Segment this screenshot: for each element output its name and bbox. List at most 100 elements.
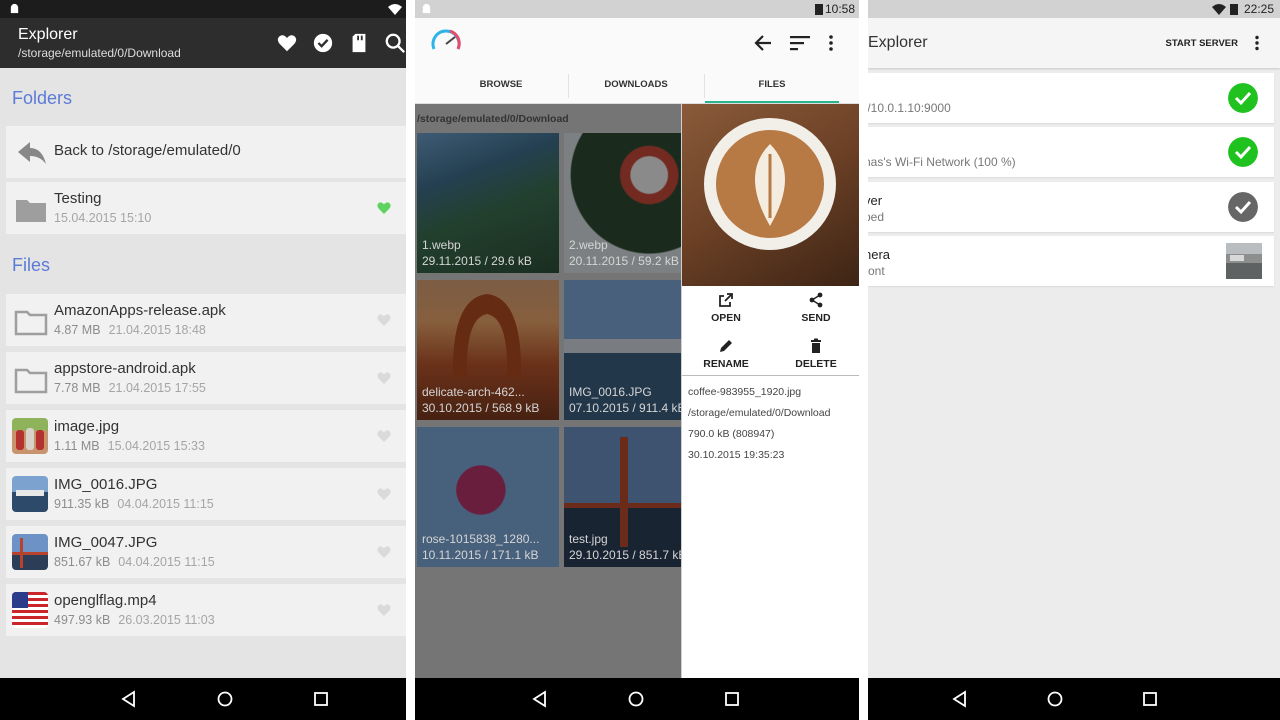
file-row[interactable]: image.jpg 1.11 MB 15.04.2015 15:33 [6,410,406,462]
current-path: /storage/emulated/0/Download [417,113,569,125]
back-arrow-icon [18,142,46,164]
file-meta: 851.67 kB 04.04.2015 11:15 [54,555,215,569]
tab-downloads[interactable]: DOWNLOADS [570,68,702,104]
back-row[interactable]: Back to /storage/emulated/0 [6,126,406,178]
file-size: 497.93 kB [54,613,111,627]
battery-icon [815,4,823,15]
file-date: 04.04.2015 11:15 [118,555,215,569]
file-name: IMG_0016.JPG [54,476,158,493]
server-address: //10.0.1.10:9000 [868,101,951,115]
favorite-heart-icon[interactable] [376,602,392,618]
favorite-heart-icon[interactable] [376,312,392,328]
favorites-heart-icon[interactable] [276,32,298,54]
start-server-button[interactable]: START SERVER [1166,38,1239,49]
tab-files[interactable]: FILES [705,68,839,104]
home-nav-icon[interactable] [1046,690,1064,708]
camera-card[interactable]: nera ront [868,236,1274,286]
check-stopped-icon [1228,192,1258,222]
file-date: 21.04.2015 17:55 [108,381,206,395]
favorite-heart-icon[interactable] [376,486,392,502]
tile-name: IMG_0016.JPG [569,385,652,399]
folder-icon [14,368,48,394]
select-check-icon[interactable] [312,32,334,54]
delete-button[interactable]: DELETE [776,338,856,370]
server-status-value: ped [868,210,885,224]
tile-name: delicate-arch-462... [422,385,525,399]
back-nav-icon[interactable] [120,690,138,708]
divider [682,375,859,376]
favorite-heart-icon[interactable] [376,428,392,444]
rename-label: RENAME [703,358,749,370]
speedometer-logo-icon [431,29,461,50]
folder-row[interactable]: Testing 15.04.2015 15:10 [6,182,406,234]
wifi-network-name: nas's Wi-Fi Network (100 %) [868,155,1016,169]
delete-label: DELETE [795,358,837,370]
trash-icon [811,338,821,353]
detail-date: 30.10.2015 19:35:23 [688,449,785,461]
rename-button[interactable]: RENAME [686,338,766,370]
detail-filename: coffee-983955_1920.jpg [688,386,802,398]
file-name: AmazonApps-release.apk [54,302,226,319]
image-tile[interactable]: delicate-arch-462... 30.10.2015 / 568.9 … [417,280,559,420]
sort-icon[interactable] [790,34,810,52]
explorer-panel: Explorer /storage/emulated/0/Download Fo… [0,0,406,720]
tab-browse[interactable]: BROWSE [435,68,567,104]
open-label: OPEN [711,312,741,324]
file-meta: 4.87 MB 21.04.2015 18:48 [54,323,206,337]
server-status-title: ver [868,193,883,208]
app-toolbar: Explorer /storage/emulated/0/Download [0,18,406,68]
favorite-heart-icon[interactable] [376,370,392,386]
status-time: 10:58 [824,2,855,16]
file-row[interactable]: IMG_0016.JPG 911.35 kB 04.04.2015 11:15 [6,468,406,520]
tile-info: 20.11.2015 / 59.2 kB [569,254,679,268]
file-date: 26.03.2015 11:03 [118,613,215,627]
send-button[interactable]: SEND [776,292,856,324]
folders-heading: Folders [12,88,73,108]
home-nav-icon[interactable] [216,690,234,708]
tile-info: 29.10.2015 / 851.7 kB [569,548,687,562]
check-ok-icon [1228,137,1258,167]
battery-icon [1230,4,1238,15]
server-status-card[interactable]: ver ped [868,182,1274,232]
file-row[interactable]: appstore-android.apk 7.78 MB 21.04.2015 1… [6,352,406,404]
folder-icon [14,310,48,336]
image-tile[interactable]: rose-1015838_1280... 10.11.2015 / 171.1 … [417,427,559,567]
back-label: Back to /storage/emulated/0 [54,142,241,159]
recents-nav-icon[interactable] [1141,690,1159,708]
file-meta: 7.78 MB 21.04.2015 17:55 [54,381,206,395]
image-tile[interactable]: 1.webp 29.11.2015 / 29.6 kB [417,133,559,273]
detail-size: 790.0 kB (808947) [688,428,775,440]
file-row[interactable]: AmazonApps-release.apk 4.87 MB 21.04.2015… [6,294,406,346]
sd-card-icon[interactable] [348,32,370,54]
navigation-bar [868,678,1280,720]
recents-nav-icon[interactable] [312,690,330,708]
favorite-heart-icon[interactable] [376,200,392,216]
coffee-cup-image [704,118,836,250]
file-row[interactable]: IMG_0047.JPG 851.67 kB 04.04.2015 11:15 [6,526,406,578]
navigation-bar [0,678,406,720]
wifi-network-card[interactable]: nas's Wi-Fi Network (100 %) [868,127,1274,177]
favorite-heart-icon[interactable] [376,544,392,560]
server-address-card[interactable]: //10.0.1.10:9000 [868,73,1274,123]
photo-thumbnail [12,418,48,454]
back-nav-icon[interactable] [951,690,969,708]
file-size: 4.87 MB [54,323,101,337]
active-tab-indicator [705,101,839,103]
home-nav-icon[interactable] [627,690,645,708]
dim-overlay [417,280,559,420]
file-grid-area: /storage/emulated/0/Download 1.webp 29.1… [415,104,859,678]
current-path: /storage/emulated/0/Download [18,46,181,60]
back-arrow-icon[interactable] [753,33,773,53]
tile-info: 30.10.2015 / 568.9 kB [422,401,540,415]
recents-nav-icon[interactable] [723,690,741,708]
file-row[interactable]: openglflag.mp4 497.93 kB 26.03.2015 11:03 [6,584,406,636]
file-meta: 1.11 MB 15.04.2015 15:33 [54,439,205,453]
more-options-icon[interactable] [828,34,834,52]
back-nav-icon[interactable] [531,690,549,708]
wifi-icon [1212,4,1226,15]
navigation-bar [415,678,859,720]
tile-info: 29.11.2015 / 29.6 kB [422,254,532,268]
more-options-icon[interactable] [1254,35,1260,51]
search-icon[interactable] [384,32,406,54]
open-button[interactable]: OPEN [686,292,766,324]
